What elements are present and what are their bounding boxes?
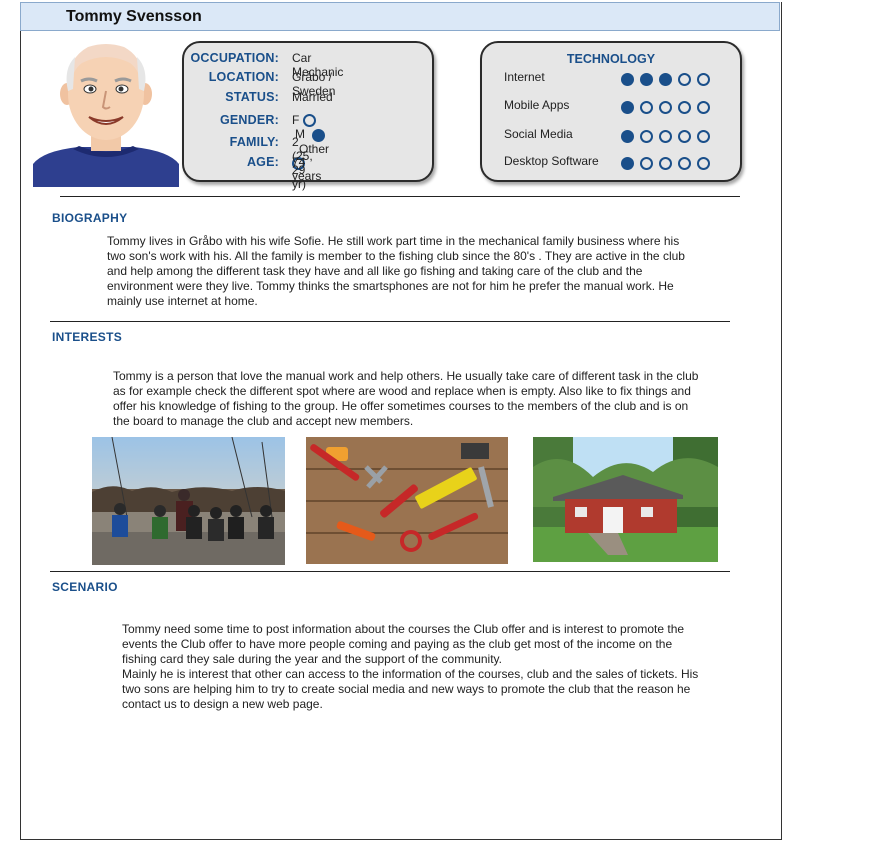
rating-dot (621, 157, 634, 171)
biography-heading: BIOGRAPHY (52, 211, 128, 225)
divider (50, 571, 730, 572)
rating-dot (640, 157, 653, 171)
technology-title: TECHNOLOGY (566, 52, 656, 66)
rating-dot (621, 130, 634, 144)
scenario-heading: SCENARIO (52, 580, 118, 594)
rating-dot (640, 101, 653, 115)
age-value: 74 years (292, 155, 322, 183)
biography-text: Tommy lives in Gråbo with his wife Sofie… (107, 234, 685, 308)
gender-option-m-radio[interactable] (312, 128, 326, 142)
scenario-text: Tommy need some time to post information… (122, 622, 699, 711)
technology-item-label: Mobile Apps (504, 98, 570, 112)
occupation-label: OCCUPATION: (190, 51, 279, 65)
status-label: STATUS: (225, 90, 279, 104)
cabin-photo (533, 437, 718, 562)
rating-dot (659, 157, 672, 171)
rating-dot (678, 73, 691, 87)
title-bar: Tommy Svensson (20, 2, 780, 31)
gender-option-f-label: F (292, 113, 300, 127)
rating-dot (640, 73, 653, 87)
rating-dot (697, 101, 710, 115)
rating-dot (659, 101, 672, 115)
location-label: LOCATION: (208, 70, 279, 84)
technology-card: TECHNOLOGY Internet Mobile Apps Social Med… (480, 41, 742, 182)
technology-item-label: Social Media (504, 127, 573, 141)
rating-dot (697, 157, 710, 171)
rating-dot (678, 157, 691, 171)
divider (60, 196, 740, 197)
technology-rating (621, 71, 716, 89)
gender-option-f-radio[interactable] (302, 114, 316, 128)
rating-dot (659, 130, 672, 144)
rating-dot (659, 73, 672, 87)
avatar (33, 39, 179, 187)
family-label: FAMILY: (229, 135, 279, 149)
technology-rating (621, 99, 716, 117)
interests-text: Tommy is a person that love the manual w… (113, 369, 699, 428)
technology-item-label: Desktop Software (504, 154, 599, 168)
persona-name: Tommy Svensson (66, 8, 202, 25)
age-label: AGE: (246, 155, 279, 169)
rating-dot (697, 73, 710, 87)
fishing-group-photo (92, 437, 285, 565)
technology-item-label: Internet (504, 70, 545, 84)
status-value: Married (292, 90, 333, 104)
rating-dot (678, 130, 691, 144)
info-card: OCCUPATION: Car Mechanic LOCATION: Gråbo… (182, 41, 434, 191)
technology-rating (621, 128, 716, 146)
technology-rating (621, 155, 716, 173)
gender-label: GENDER: (219, 113, 279, 127)
tools-photo (306, 437, 508, 564)
rating-dot (678, 101, 691, 115)
rating-dot (621, 73, 634, 87)
rating-dot (640, 130, 653, 144)
rating-dot (621, 101, 634, 115)
divider (50, 321, 730, 322)
rating-dot (697, 130, 710, 144)
interests-heading: INTERESTS (52, 330, 123, 344)
